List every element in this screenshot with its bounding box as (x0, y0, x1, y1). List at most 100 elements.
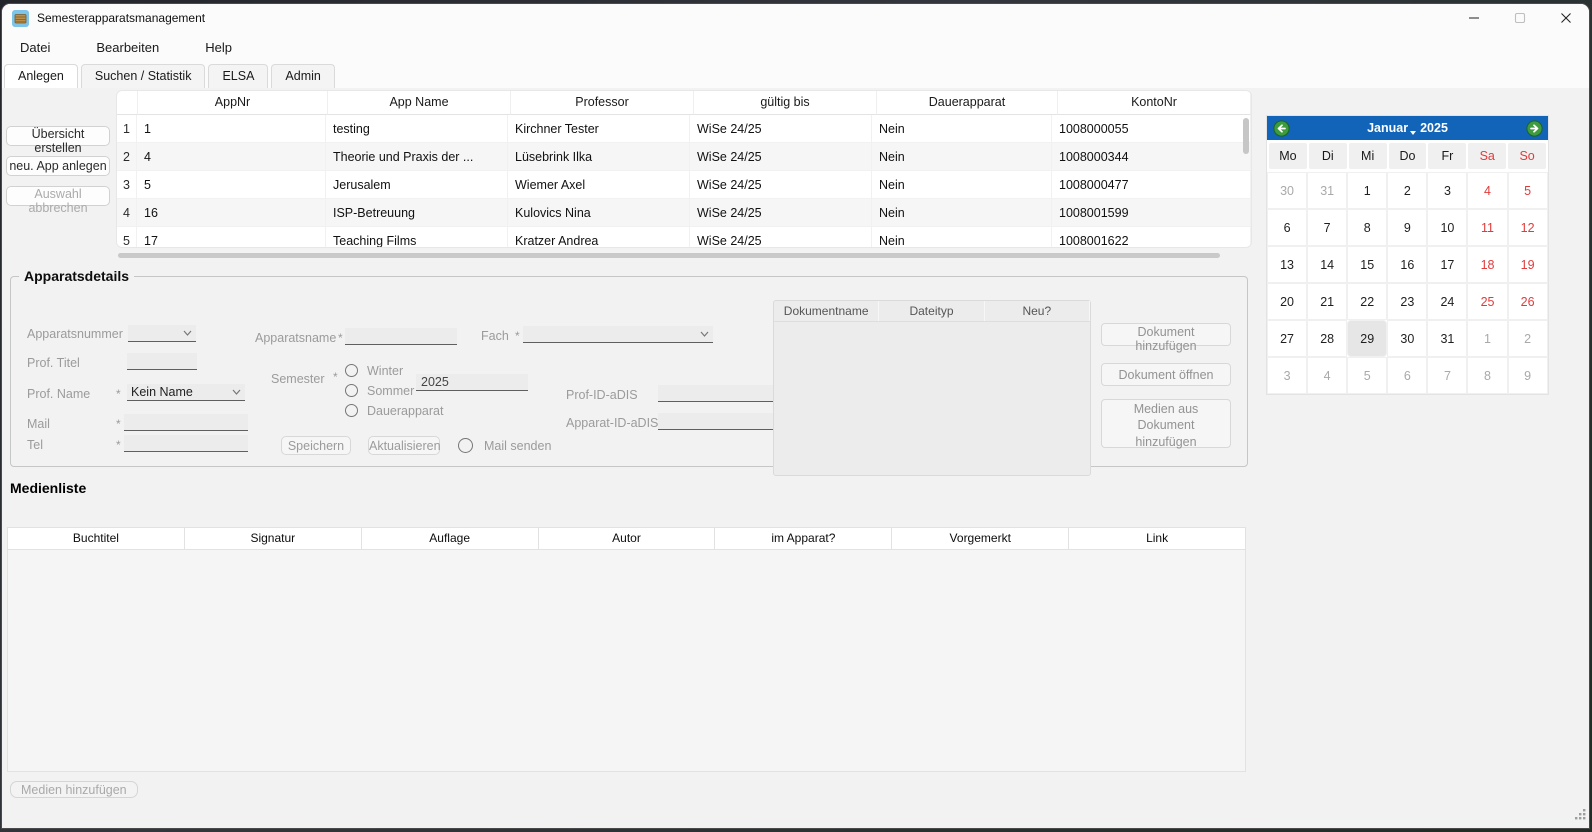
header-autor[interactable]: Autor (539, 528, 716, 549)
calendar-month-year[interactable]: Januar 2025 (1291, 121, 1524, 135)
calendar-day[interactable]: 7 (1427, 357, 1467, 394)
calendar-day[interactable]: 17 (1427, 246, 1467, 283)
calendar-day[interactable]: 7 (1307, 209, 1347, 246)
calendar-day[interactable]: 11 (1467, 209, 1507, 246)
calendar-day[interactable]: 19 (1508, 246, 1548, 283)
tel-field[interactable] (124, 435, 248, 452)
calendar-day[interactable]: 15 (1347, 246, 1387, 283)
mail-senden-checkbox[interactable] (458, 438, 473, 453)
calendar-day[interactable]: 28 (1307, 320, 1347, 357)
calendar-day[interactable]: 8 (1347, 209, 1387, 246)
prev-month-button[interactable] (1271, 118, 1291, 138)
minimize-button[interactable] (1451, 4, 1497, 32)
prof-titel-field[interactable] (127, 353, 197, 370)
header-professor[interactable]: Professor (511, 91, 694, 115)
medien-hinzufuegen-button[interactable]: Medien hinzufügen (10, 781, 138, 798)
scrollbar-thumb[interactable] (118, 253, 1220, 258)
auswahl-abbrechen-button[interactable]: Auswahl abbrechen (6, 186, 110, 206)
calendar-day[interactable]: 22 (1347, 283, 1387, 320)
calendar-day[interactable]: 3 (1267, 357, 1307, 394)
calendar-day[interactable]: 1 (1347, 172, 1387, 209)
calendar-day-today[interactable]: 29 (1347, 320, 1387, 357)
calendar-day[interactable]: 30 (1387, 320, 1427, 357)
calendar-month[interactable]: Januar (1367, 121, 1408, 135)
tab-anlegen[interactable]: Anlegen (4, 64, 78, 88)
calendar-day[interactable]: 6 (1267, 209, 1307, 246)
calendar-day[interactable]: 5 (1347, 357, 1387, 394)
scrollbar-thumb[interactable] (1243, 118, 1249, 154)
calendar-day[interactable]: 31 (1427, 320, 1467, 357)
calendar-day[interactable]: 3 (1427, 172, 1467, 209)
close-button[interactable] (1543, 4, 1589, 32)
calendar-day[interactable]: 23 (1387, 283, 1427, 320)
calendar-day[interactable]: 25 (1467, 283, 1507, 320)
calendar-day[interactable]: 24 (1427, 283, 1467, 320)
calendar-day[interactable]: 10 (1427, 209, 1467, 246)
calendar-day[interactable]: 4 (1307, 357, 1347, 394)
header-dauerapparat[interactable]: Dauerapparat (877, 91, 1058, 115)
medien-aus-dokument-button[interactable]: Medien aus Dokument hinzufügen (1101, 399, 1231, 448)
speichern-button[interactable]: Speichern (281, 436, 351, 455)
tab-suchen-statistik[interactable]: Suchen / Statistik (81, 64, 206, 88)
header-neu[interactable]: Neu? (985, 301, 1090, 321)
header-appnr[interactable]: AppNr (138, 91, 328, 115)
header-gueltig-bis[interactable]: gültig bis (694, 91, 877, 115)
header-dokumentname[interactable]: Dokumentname (774, 301, 879, 321)
header-kontonr[interactable]: KontoNr (1058, 91, 1251, 115)
winter-radio[interactable] (345, 364, 358, 377)
header-buchtitel[interactable]: Buchtitel (8, 528, 185, 549)
dauerapparat-radio[interactable] (345, 404, 358, 417)
uebersicht-erstellen-button[interactable]: Übersicht erstellen (6, 126, 110, 146)
neu-app-anlegen-button[interactable]: neu. App anlegen (6, 156, 110, 176)
calendar-day[interactable]: 4 (1467, 172, 1507, 209)
calendar-day[interactable]: 30 (1267, 172, 1307, 209)
calendar-day[interactable]: 27 (1267, 320, 1307, 357)
calendar-day[interactable]: 21 (1307, 283, 1347, 320)
calendar-day[interactable]: 5 (1508, 172, 1548, 209)
table-row[interactable]: 1 1 testing Kirchner Tester WiSe 24/25 N… (117, 115, 1251, 143)
maximize-button[interactable] (1497, 4, 1543, 32)
header-vorgemerkt[interactable]: Vorgemerkt (892, 528, 1069, 549)
calendar-day[interactable]: 13 (1267, 246, 1307, 283)
apparat-id-adis-field[interactable] (658, 413, 776, 430)
dokument-hinzufuegen-button[interactable]: Dokument hinzufügen (1101, 323, 1231, 346)
header-signatur[interactable]: Signatur (185, 528, 362, 549)
fach-combobox[interactable] (523, 326, 713, 343)
calendar-day[interactable]: 2 (1387, 172, 1427, 209)
menu-datei[interactable]: Datei (8, 36, 62, 59)
table-row[interactable]: 4 16 ISP-Betreuung Kulovics Nina WiSe 24… (117, 199, 1251, 227)
header-app-name[interactable]: App Name (328, 91, 511, 115)
calendar-day[interactable]: 9 (1508, 357, 1548, 394)
sommer-radio[interactable] (345, 384, 358, 397)
calendar-day[interactable]: 18 (1467, 246, 1507, 283)
resize-grip[interactable] (1575, 807, 1586, 825)
calendar-day[interactable]: 16 (1387, 246, 1427, 283)
calendar-day[interactable]: 1 (1467, 320, 1507, 357)
table-row[interactable]: 5 17 Teaching Films Kratzer Andrea WiSe … (117, 227, 1251, 248)
calendar-day[interactable]: 12 (1508, 209, 1548, 246)
calendar-year[interactable]: 2025 (1420, 121, 1448, 135)
table-horizontal-scrollbar[interactable] (116, 251, 1252, 260)
dokument-oeffnen-button[interactable]: Dokument öffnen (1101, 363, 1231, 386)
prof-id-adis-field[interactable] (658, 385, 776, 402)
calendar-day[interactable]: 6 (1387, 357, 1427, 394)
menu-help[interactable]: Help (193, 36, 244, 59)
calendar-day[interactable]: 14 (1307, 246, 1347, 283)
header-im-apparat[interactable]: im Apparat? (715, 528, 892, 549)
aktualisieren-button[interactable]: Aktualisieren (368, 436, 440, 455)
tab-elsa[interactable]: ELSA (208, 64, 268, 88)
calendar-day[interactable]: 2 (1508, 320, 1548, 357)
calendar-day[interactable]: 9 (1387, 209, 1427, 246)
mail-field[interactable] (124, 414, 248, 431)
table-vertical-scrollbar[interactable] (1241, 116, 1250, 242)
table-row[interactable]: 3 5 Jerusalem Wiemer Axel WiSe 24/25 Nei… (117, 171, 1251, 199)
prof-name-combobox[interactable]: Kein Name (127, 384, 245, 401)
header-auflage[interactable]: Auflage (362, 528, 539, 549)
tab-admin[interactable]: Admin (271, 64, 334, 88)
jahr-field[interactable] (416, 374, 528, 391)
apparatsnummer-combobox[interactable] (128, 325, 196, 342)
table-row[interactable]: 2 4 Theorie und Praxis der ... Lüsebrink… (117, 143, 1251, 171)
header-dateityp[interactable]: Dateityp (879, 301, 984, 321)
calendar-day[interactable]: 31 (1307, 172, 1347, 209)
calendar-day[interactable]: 8 (1467, 357, 1507, 394)
